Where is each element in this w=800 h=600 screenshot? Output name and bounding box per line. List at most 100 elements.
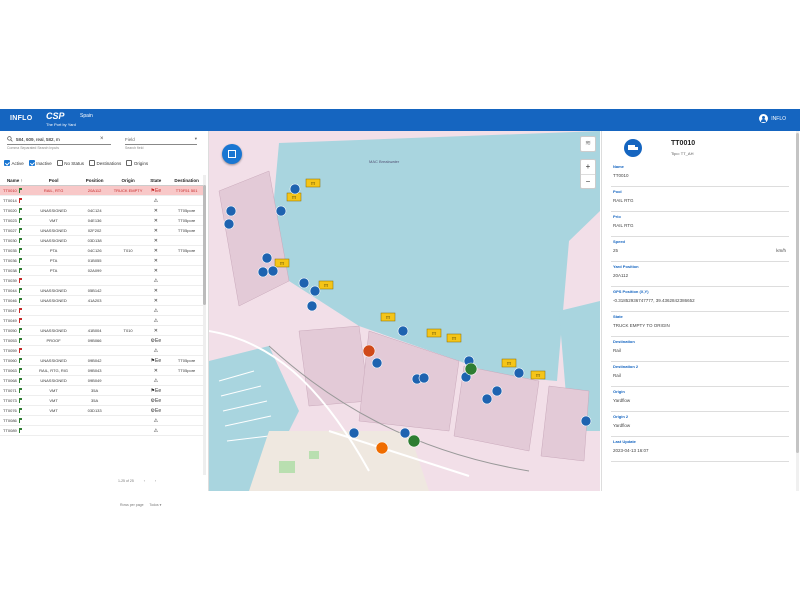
table-row[interactable]: TT0053 PROOF 09B066 ⚙Ee [0,335,206,346]
status-checkbox[interactable]: Active [4,160,24,166]
brand-label[interactable]: INFLO [10,115,33,122]
flag-icon [18,188,22,194]
table-row[interactable]: TT0035 PTA 04C126 T010 ✕ TT05pore [0,245,206,256]
truck-marker [275,205,287,217]
table-body: TT0010 RAIL, RTG 20A112 TRUCK EMPTY ⚑Ee TT0F5… [0,185,206,436]
table-row[interactable]: TT0027 UNASSIGNED 02F202 ✕ TT05pore [0,225,206,236]
user-label: INFLO [771,115,786,122]
checkbox-icon[interactable] [126,160,133,166]
clear-icon[interactable]: × [100,136,104,142]
table-row[interactable]: TT0089 ⚠ [0,425,206,436]
port-map[interactable]: MAC Breakwater TT TT TT TT TT TT TT TT T… [209,131,600,491]
table-row[interactable]: TT0068 UNASSIGNED 09B049 ⚠ [0,375,206,386]
cell-destination: TT05pore [167,215,206,226]
col-state-header[interactable]: State [144,175,168,186]
table-row[interactable]: TT0036 PTA 01B055 ✕ [0,255,206,266]
scroll-thumb[interactable] [203,185,206,305]
truck-marker [513,367,525,379]
table-row[interactable]: TT0030 UNASSIGNED 03D138 ✕ [0,235,206,246]
cell-pool: UNASSIGNED [29,235,78,246]
field-label: Prio [613,214,621,219]
checkbox-icon[interactable] [28,160,35,166]
search-field[interactable]: × [7,134,111,145]
zoom-in-button[interactable]: + [581,160,595,175]
status-checkbox[interactable]: No Status [56,160,84,166]
detail-scroll-thumb[interactable] [796,133,799,453]
table-row[interactable]: TT0073 VMT 35A ⚙Ee [0,395,206,406]
cell-position: 04C124 [77,205,112,216]
table-row[interactable]: TT0059 ⚠ [0,345,206,356]
rows-per-page-select[interactable]: Todos [149,503,158,507]
table-row[interactable]: TT0071 VMT 35A ⚑Ee [0,385,206,396]
truck-name: TT0071 [3,387,17,393]
col-destination-header[interactable]: Destination [167,175,206,186]
field-value: -0.31852936747777, 39.4362842386652 [613,298,695,303]
truck-name: TT0068 [3,377,17,383]
status-checkbox[interactable]: Origins [126,160,148,166]
table-row[interactable]: TT0039 ⚠ [0,275,206,286]
table-row[interactable]: TT0044 UNASSIGNED 05B142 ✕ [0,285,206,296]
table-row[interactable]: TT0047 ⚠ [0,305,206,316]
cell-origin [111,195,145,206]
detail-scrollbar[interactable] [796,131,799,491]
flag-icon [18,398,22,404]
table-row[interactable]: TT0023 VMT 04E136 ✕ TT05pore [0,215,206,226]
table-row[interactable]: TT0046 UNASSIGNED 41A203 ✕ [0,295,206,306]
table-row[interactable]: TT0020 UNASSIGNED 04C124 ✕ TT05pore [0,205,206,216]
detail-field: Destination 2 Rail [611,362,789,387]
truck-marker-active [464,362,478,376]
cell-state: ✕ [144,245,168,256]
search-input[interactable] [16,136,100,142]
table-row[interactable]: TT0050 UNASSIGNED 41B004 T010 ✕ [0,325,206,336]
table-row[interactable]: TT0063 RAIL, RTG, RIG 09B043 ✕ TT05pore [0,365,206,376]
prev-page-icon[interactable]: ‹ [144,479,145,483]
cell-state: ⚠ [144,425,168,436]
checkbox-icon[interactable] [4,160,10,166]
user-menu[interactable]: INFLO [759,114,786,123]
checkbox-icon[interactable] [56,160,63,166]
detail-field: Yard Position 20A112 [611,262,789,287]
zoom-control: + − [580,159,596,189]
cell-destination [167,265,206,276]
truck-name: TT0053 [3,337,17,343]
col-pool-header[interactable]: Pool [29,175,78,186]
next-page-icon[interactable]: › [155,479,156,483]
cell-state: ⚑Ee [144,355,168,366]
cell-destination [167,295,206,306]
field-select-value: Field [125,136,135,142]
truck-tag: TT [274,258,290,268]
detail-fields: Name TT0010 Pool RAIL RTG Prio RAIL RTG Speed 2… [611,162,789,462]
cell-origin [111,225,145,236]
checkbox-label: Origins [133,160,149,166]
cell-destination [167,195,206,206]
cell-name: TT0071 [0,385,30,396]
flag-icon [18,218,22,224]
cell-pool: VMT [29,395,78,406]
field-select[interactable]: Field ▾ [125,134,197,145]
table-row[interactable]: TT0060 UNASSIGNED 09B042 ⚑Ee TT05pore [0,355,206,366]
table-row[interactable]: TT0086 ⚠ [0,415,206,426]
map-canvas[interactable]: MAC Breakwater TT TT TT TT TT TT TT TT T… [209,131,600,491]
cell-destination [167,345,206,356]
table-scrollbar[interactable] [203,175,206,475]
flag-icon [18,388,22,394]
col-name-header[interactable]: Name ↑ [0,175,30,186]
table-row[interactable]: TT0049 ⚠ [0,315,206,326]
map-menu-button[interactable] [222,144,242,164]
table-row[interactable]: TT0038 PTA 02A099 ✕ [0,265,206,276]
field-label: Name [613,164,624,169]
flag-icon [18,338,22,344]
table-row[interactable]: TT0010 RAIL, RTG 20A112 TRUCK EMPTY ⚑Ee TT0F5… [0,185,206,196]
col-origin-header[interactable]: Origin [111,175,145,186]
field-value: Rail [613,373,621,378]
table-row[interactable]: TT0076 VMT 03D133 ⚙Ee [0,405,206,416]
status-checkbox[interactable]: Inactive [28,160,52,166]
flag-icon [18,198,22,204]
col-position-header[interactable]: Position [77,175,112,186]
checkbox-icon[interactable] [89,160,96,166]
truck-name: TT0039 [3,277,17,283]
layers-icon[interactable]: ≋ [580,136,596,152]
table-row[interactable]: TT0014 ⚠ [0,195,206,206]
zoom-out-button[interactable]: − [581,175,595,189]
status-checkbox[interactable]: Destinations [89,160,121,166]
